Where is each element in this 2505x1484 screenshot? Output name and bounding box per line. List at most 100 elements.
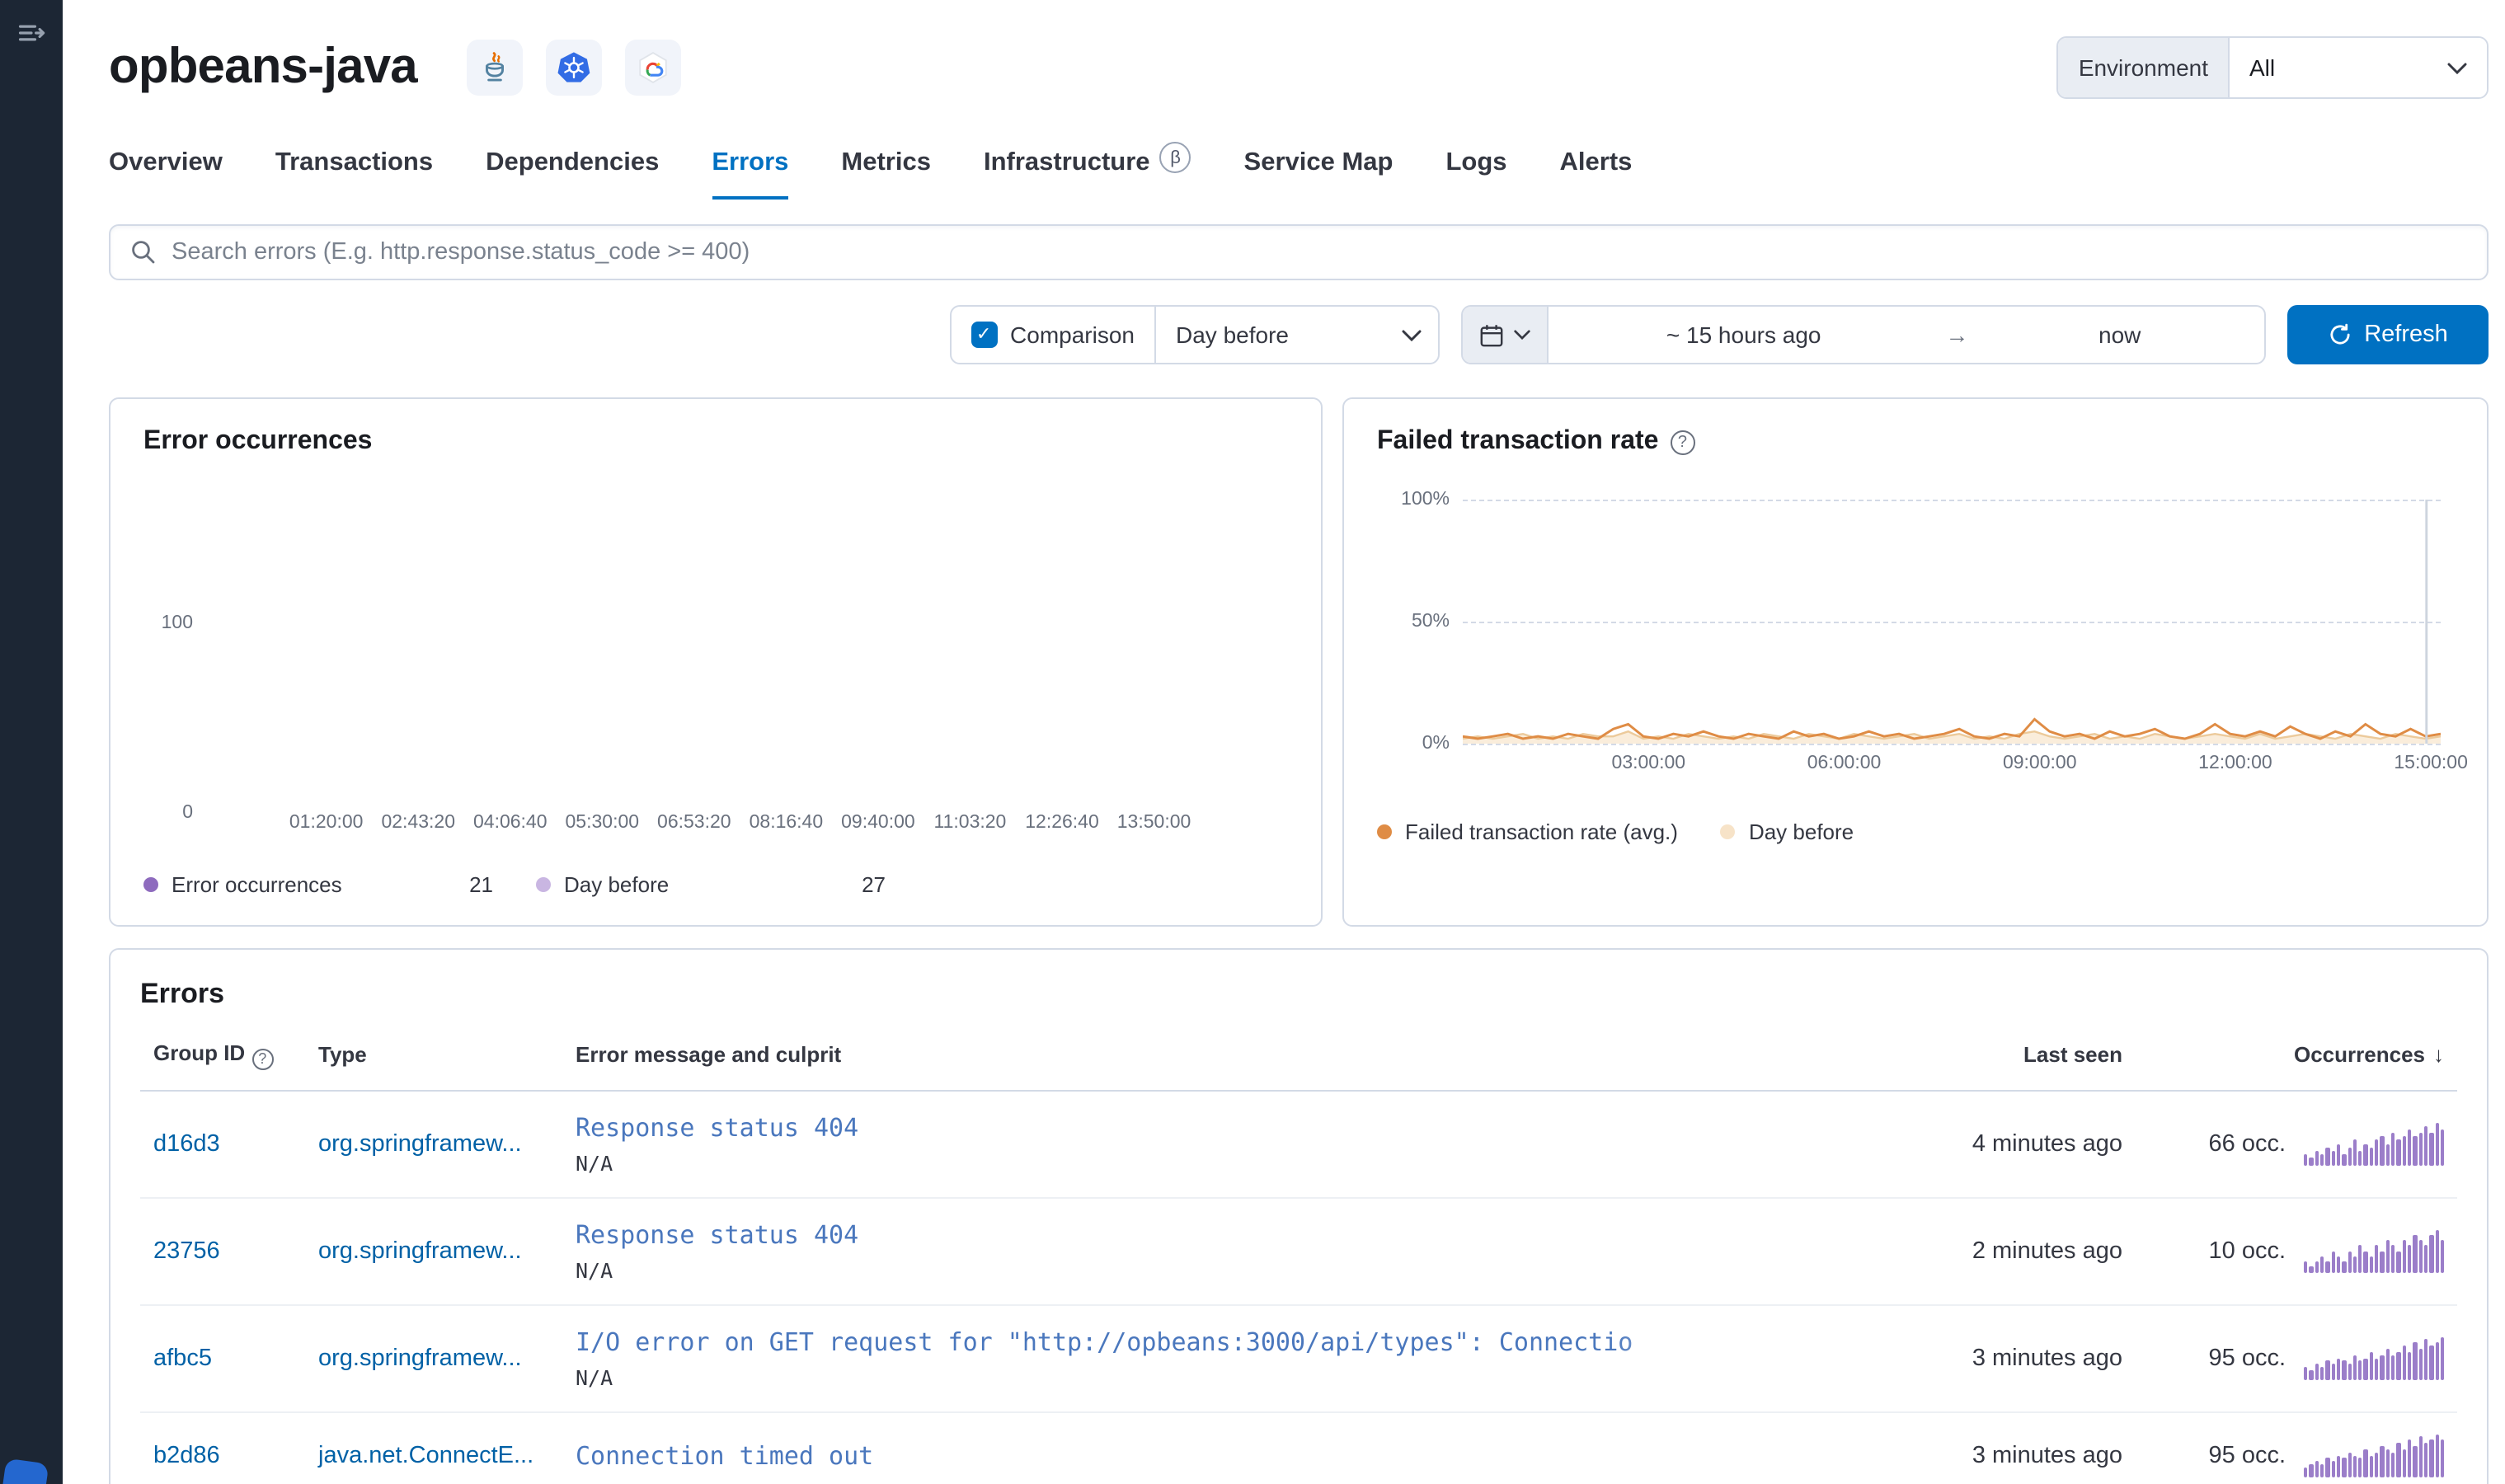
tab-errors[interactable]: Errors: [712, 148, 788, 200]
date-quick-select-button[interactable]: [1463, 307, 1549, 363]
occurrences-sparkline: [2302, 1336, 2445, 1379]
bar-chart-x-axis: 01:20:00 02:43:20 04:06:40 05:30:00 06:53:20…: [289, 813, 1191, 833]
error-type-link[interactable]: java.net.ConnectE...: [318, 1442, 533, 1468]
refresh-icon: [2329, 323, 2349, 345]
gcp-icon: [624, 40, 681, 96]
comparison-checkbox-row[interactable]: Comparison: [951, 307, 1154, 363]
column-occurrences[interactable]: Occurrences: [2136, 1021, 2457, 1091]
error-culprit: N/A: [576, 1150, 613, 1175]
table-header-row: Group ID Type Error message and culprit …: [140, 1021, 2457, 1091]
time-range-end[interactable]: now: [1975, 307, 2264, 363]
error-search-bar: [109, 224, 2489, 280]
errors-table-panel: Errors Group ID Type Error message and c…: [109, 948, 2489, 1484]
refresh-button[interactable]: Refresh: [2287, 305, 2489, 364]
collapsed-sidebar: [0, 0, 63, 1484]
table-row: 23756 org.springframew... Response statu…: [140, 1197, 2457, 1305]
help-icon[interactable]: [1670, 430, 1695, 454]
error-message-link[interactable]: Connection timed out: [576, 1440, 1730, 1470]
errors-table-title: Errors: [140, 978, 225, 1009]
occurrences-value: 66 occ.: [2208, 1130, 2286, 1157]
group-id-link[interactable]: d16d3: [153, 1130, 220, 1157]
group-id-link[interactable]: 23756: [153, 1237, 220, 1264]
group-id-link[interactable]: afbc5: [153, 1345, 212, 1371]
line-chart-x-axis: 03:00:00 06:00:00 09:00:00 12:00:00 15:00:00: [1611, 754, 2468, 773]
occurrences-sparkline: [2302, 1122, 2445, 1165]
gridline-0: [1463, 744, 2441, 745]
legend-ftr-day-before[interactable]: Day before: [1720, 819, 1854, 844]
beta-badge: β: [1159, 142, 1191, 173]
table-row: b2d86 java.net.ConnectE... Connection ti…: [140, 1411, 2457, 1484]
tab-service-map[interactable]: Service Map: [1244, 148, 1393, 200]
column-last-seen[interactable]: Last seen: [1847, 1021, 2136, 1091]
bar-chart-plot: [209, 480, 1271, 803]
arrow-right-icon: [1939, 307, 1975, 363]
environment-select[interactable]: All: [2230, 38, 2487, 97]
bar-chart-y-axis: 100 0: [161, 613, 193, 823]
page-title: opbeans-java: [109, 40, 418, 94]
error-occurrences-chart: 100 0 01:20:00 02:43:20 04:06:40 05:30:00 06:…: [162, 480, 1271, 839]
error-message-link[interactable]: I/O error on GET request for "http://opb…: [576, 1327, 1730, 1356]
tab-dependencies[interactable]: Dependencies: [486, 148, 659, 200]
column-message: Error message and culprit: [562, 1021, 1847, 1091]
tab-overview[interactable]: Overview: [109, 148, 223, 200]
sort-desc-icon: [2425, 1043, 2444, 1068]
java-icon: [466, 40, 523, 96]
failed-transaction-rate-chart: 100% 50% 0%: [1401, 490, 2441, 754]
occurrences-value: 95 occ.: [2208, 1442, 2286, 1468]
table-row: d16d3 org.springframew... Response statu…: [140, 1090, 2457, 1198]
occurrences-sparkline: [2302, 1434, 2445, 1477]
search-input[interactable]: [172, 239, 2467, 265]
expand-menu-button[interactable]: [0, 0, 63, 66]
date-picker: ~ 15 hours ago now: [1461, 305, 2266, 364]
comparison-group: Comparison Day before: [949, 305, 1440, 364]
chevron-down-icon: [1514, 330, 1530, 340]
legend-dot-day-before: [536, 877, 551, 892]
failed-transaction-rate-panel: Failed transaction rate 100%50%0% 03:: [1342, 397, 2489, 927]
app-root: opbeans-java Environment All Overview Tr…: [0, 0, 2505, 1484]
line-chart-svg: [1463, 500, 2441, 744]
comparison-select[interactable]: Day before: [1154, 307, 1438, 363]
error-message-link[interactable]: Response status 404: [576, 1219, 1730, 1249]
error-type-link[interactable]: org.springframew...: [318, 1237, 522, 1264]
legend-day-before[interactable]: Day before 27: [536, 872, 886, 897]
last-seen-value: 3 minutes ago: [1972, 1442, 2122, 1468]
time-controls: Comparison Day before ~ 15 hours ago now: [109, 305, 2489, 364]
time-range-start[interactable]: ~ 15 hours ago: [1549, 307, 1939, 363]
error-occurrences-title: Error occurrences: [143, 427, 373, 455]
legend-error-occurrences[interactable]: Error occurrences 21: [143, 872, 493, 897]
error-message-link[interactable]: Response status 404: [576, 1112, 1730, 1142]
group-id-help-icon[interactable]: [251, 1048, 274, 1069]
kubernetes-icon: [545, 40, 602, 96]
comparison-label: Comparison: [1010, 322, 1135, 348]
error-type-link[interactable]: org.springframew...: [318, 1130, 522, 1157]
search-icon: [132, 241, 155, 264]
error-type-link[interactable]: org.springframew...: [318, 1345, 522, 1371]
line-chart-legend: Failed transaction rate (avg.) Day befor…: [1377, 819, 2454, 844]
last-seen-value: 4 minutes ago: [1847, 1090, 2136, 1198]
environment-filter: Environment All: [2056, 36, 2489, 99]
group-id-link[interactable]: b2d86: [153, 1442, 220, 1468]
tab-logs[interactable]: Logs: [1445, 148, 1506, 200]
service-tabs: Overview Transactions Dependencies Error…: [109, 142, 2489, 200]
legend-value-current: 21: [469, 872, 493, 897]
column-group-id: Group ID: [140, 1021, 305, 1091]
last-seen-value: 3 minutes ago: [1847, 1304, 2136, 1412]
charts-row: Error occurrences 100 0 01:20:00 02:43:20 0…: [109, 397, 2489, 927]
tab-transactions[interactable]: Transactions: [275, 148, 433, 200]
tab-infrastructure[interactable]: Infrastructure β: [984, 142, 1191, 200]
legend-value-day-before: 27: [862, 872, 886, 897]
occurrences-sparkline: [2302, 1229, 2445, 1272]
tab-metrics[interactable]: Metrics: [841, 148, 931, 200]
menu-right-icon: [18, 25, 45, 41]
environment-label: Environment: [2058, 38, 2230, 97]
tab-alerts[interactable]: Alerts: [1560, 148, 1633, 200]
error-culprit: N/A: [576, 1364, 613, 1389]
failed-transaction-rate-title: Failed transaction rate: [1377, 427, 2454, 457]
assistant-button[interactable]: [0, 1458, 49, 1484]
comparison-checkbox[interactable]: [971, 322, 998, 348]
error-occurrences-panel: Error occurrences 100 0 01:20:00 02:43:20 0…: [109, 397, 1323, 927]
main-content: opbeans-java Environment All Overview Tr…: [63, 0, 2505, 1484]
legend-failed-rate[interactable]: Failed transaction rate (avg.): [1377, 819, 1678, 844]
column-type: Type: [305, 1021, 562, 1091]
errors-table: Group ID Type Error message and culprit …: [140, 1021, 2457, 1484]
